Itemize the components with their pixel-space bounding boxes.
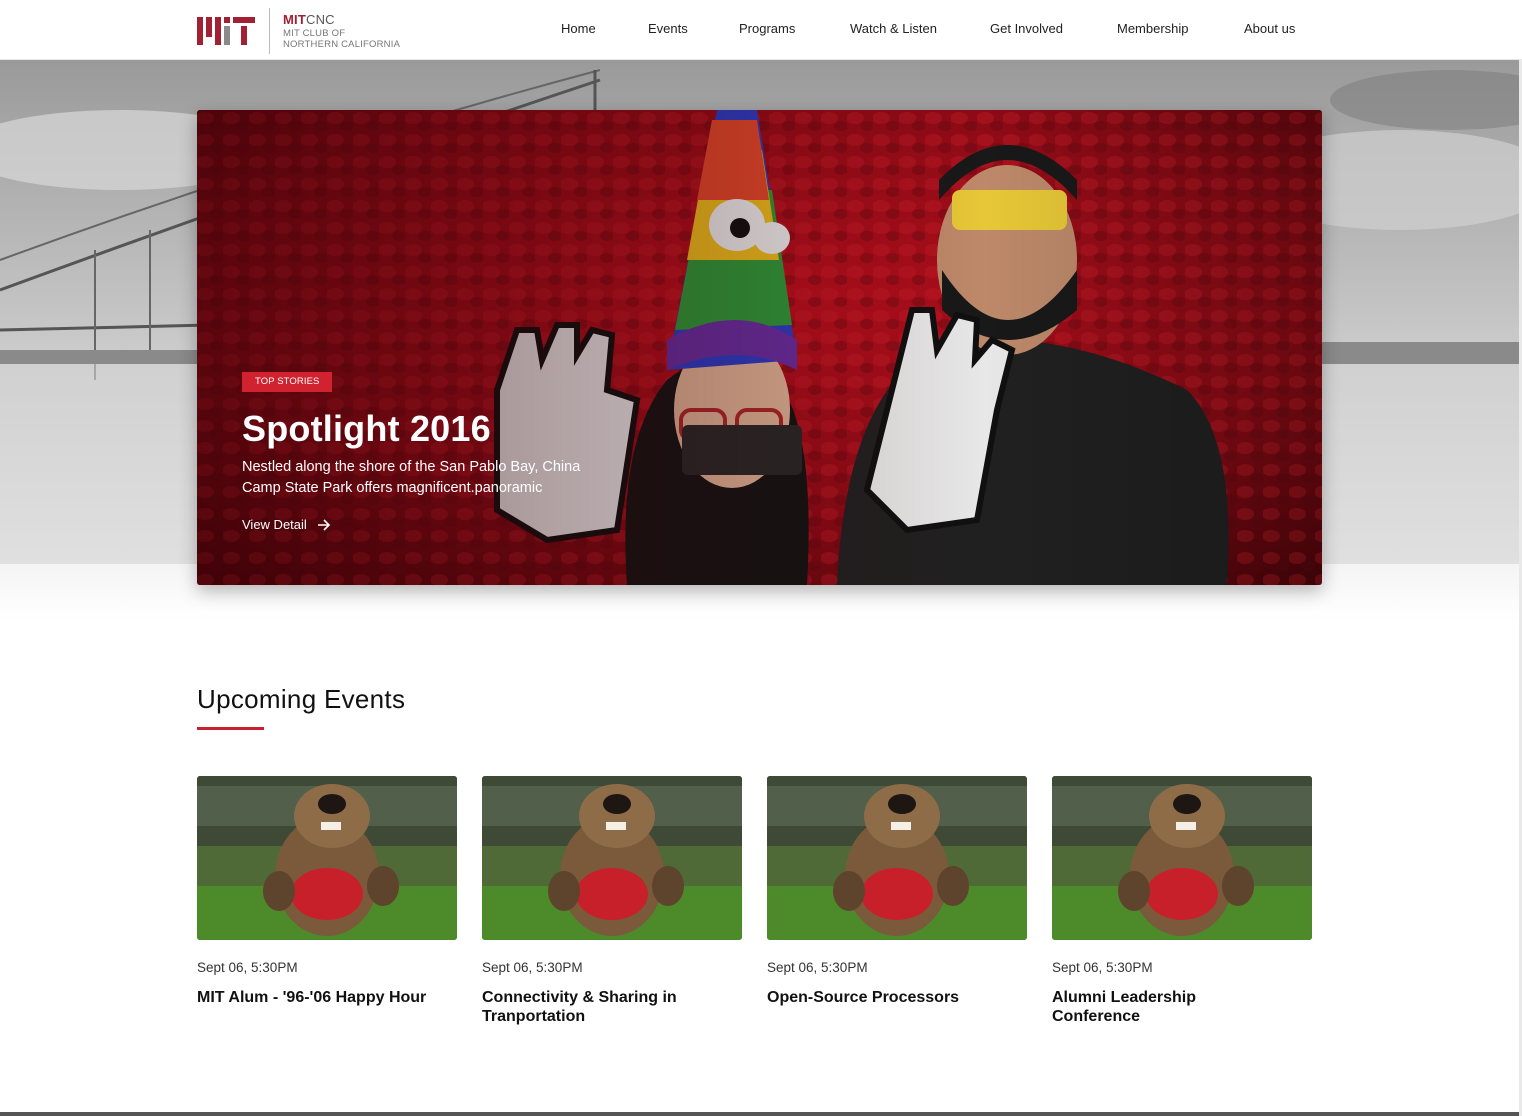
site-logo[interactable]: MITCNC MIT CLUB OF NORTHERN CALIFORNIA [197,8,400,54]
event-date: Sept 06, 5:30PM [482,960,583,975]
nav-home[interactable]: Home [561,21,596,36]
event-date: Sept 06, 5:30PM [197,960,298,975]
upcoming-events-heading: Upcoming Events [197,684,406,714]
beaver-mascot-image [767,776,1027,940]
event-card[interactable]: Sept 06, 5:30PM Connectivity & Sharing i… [482,776,742,1025]
hero-shade [197,110,1322,585]
site-header: MITCNC MIT CLUB OF NORTHERN CALIFORNIA H… [0,0,1522,60]
footer-edge [0,1112,1522,1116]
beaver-mascot-image [197,776,457,940]
arrow-right-icon [317,518,330,531]
nav-programs[interactable]: Programs [739,21,795,36]
nav-watch-listen[interactable]: Watch & Listen [850,21,937,36]
event-image[interactable] [197,776,457,940]
event-image[interactable] [767,776,1027,940]
event-image[interactable] [1052,776,1312,940]
hero-description: Nestled along the shore of the San Pablo… [242,459,581,496]
hero-title: Spotlight 2016 [242,408,491,449]
event-card[interactable]: Sept 06, 5:30PM Open-Source Processors [767,776,1027,1006]
event-title[interactable]: Open-Source Processors [767,988,997,1007]
beaver-mascot-image [482,776,742,940]
event-card[interactable]: Sept 06, 5:30PM MIT Alum - '96-'06 Happy… [197,776,457,1006]
event-title[interactable]: Alumni Leadership Conference [1052,988,1282,1026]
logo-divider [269,8,270,54]
event-title[interactable]: Connectivity & Sharing in Tranportation [482,988,712,1026]
logo-subtitle-2: NORTHERN CALIFORNIA [283,38,401,50]
nav-get-involved[interactable]: Get Involved [990,21,1063,36]
view-detail-label: View Detail [242,517,307,532]
view-detail-link[interactable]: View Detail [242,517,331,532]
logo-title: MITCNC [283,12,335,27]
logo-text: MITCNC MIT CLUB OF NORTHERN CALIFORNIA [283,13,400,49]
event-card[interactable]: Sept 06, 5:30PM Alumni Leadership Confer… [1052,776,1312,1025]
top-stories-badge: TOP STORIES [242,372,333,392]
event-title[interactable]: MIT Alum - '96-'06 Happy Hour [197,988,427,1007]
logo-subtitle-1: MIT CLUB OF [283,28,346,39]
event-date: Sept 06, 5:30PM [1052,960,1153,975]
hero-card[interactable]: TOP STORIES Spotlight 2016 Nestled along… [197,110,1322,585]
beaver-mascot-image [1052,776,1312,940]
heading-underline [197,727,264,730]
nav-membership[interactable]: Membership [1117,21,1189,36]
nav-events[interactable]: Events [648,21,688,36]
event-date: Sept 06, 5:30PM [767,960,868,975]
mit-logo-icon [197,17,255,45]
event-image[interactable] [482,776,742,940]
nav-about-us[interactable]: About us [1244,21,1295,36]
